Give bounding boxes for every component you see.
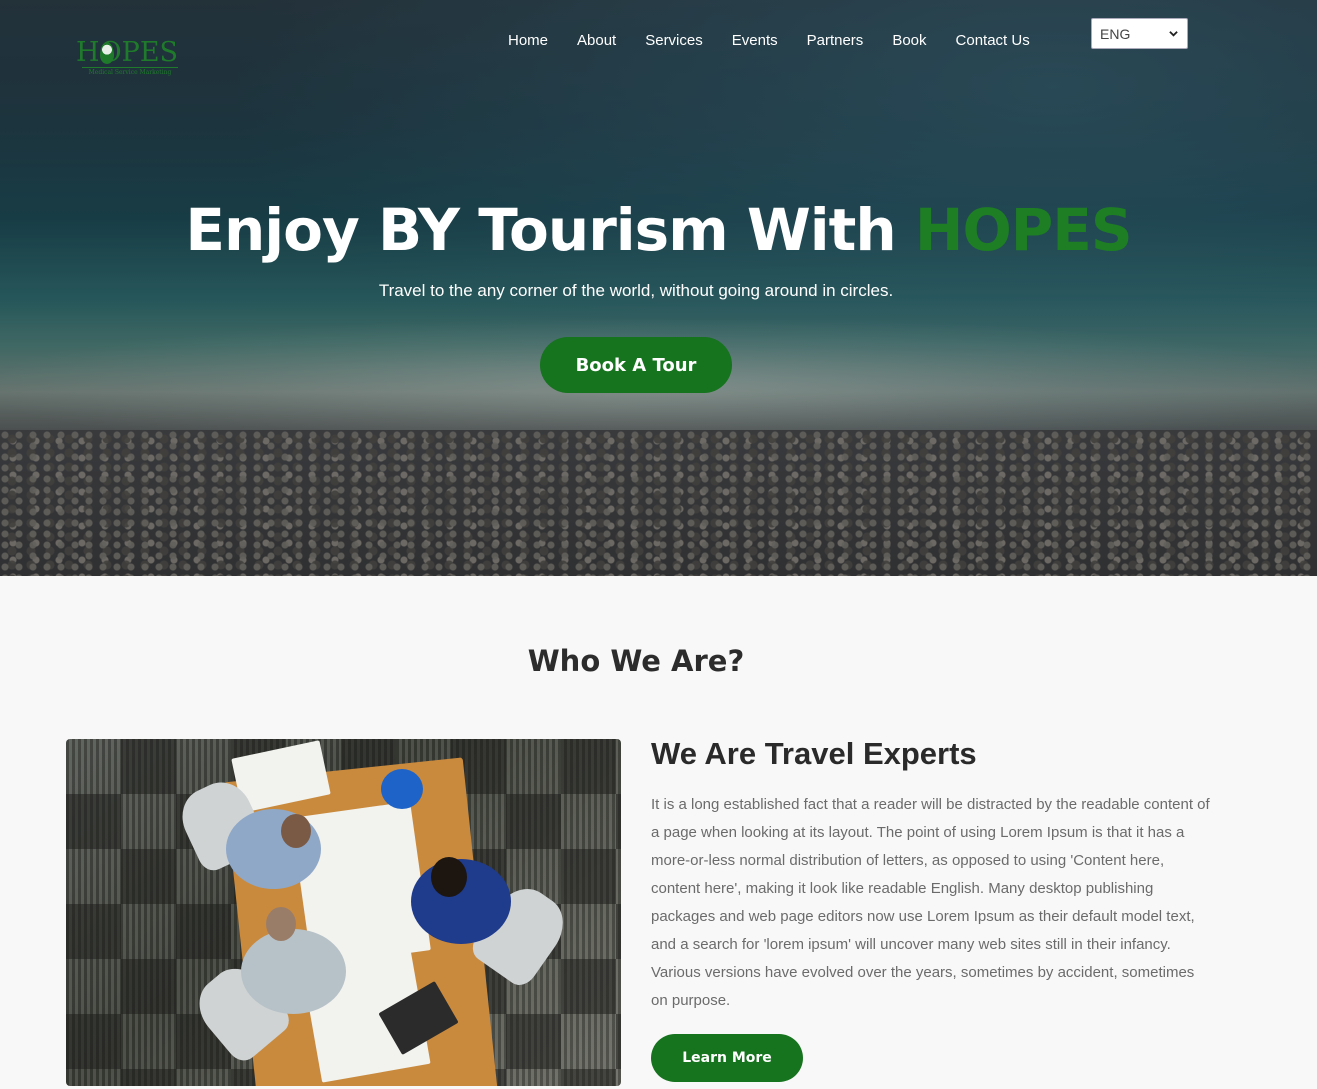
hero-title-brand: HOPES [914, 196, 1133, 264]
language-select[interactable]: ENG [1091, 18, 1188, 49]
about-paragraph: It is a long established fact that a rea… [651, 796, 1210, 1009]
logo-text: HOPES [76, 37, 179, 68]
hero-subtitle: Travel to the any corner of the world, w… [378, 281, 894, 300]
main-nav: Home About Services Events Partners Book… [508, 32, 1030, 50]
section-title: Who We Are? [527, 644, 745, 678]
logo-subtitle: Medical Service Marketing [82, 67, 178, 76]
nav-item-events[interactable]: Events [732, 32, 778, 50]
nav-item-book[interactable]: Book [892, 32, 926, 50]
logo-leaf-icon [100, 42, 114, 64]
book-a-tour-button[interactable]: Book A Tour [540, 337, 732, 393]
nav-item-home[interactable]: Home [508, 32, 548, 50]
hero-title: Enjoy BY Tourism With HOPES [0, 196, 1317, 264]
nav-item-about[interactable]: About [577, 32, 616, 50]
nav-item-services[interactable]: Services [645, 32, 703, 50]
language-selected-value: ENG [1100, 25, 1131, 42]
team-meeting-image [66, 739, 621, 1086]
site-logo[interactable]: HOPES Medical Service Marketing [76, 38, 180, 78]
learn-more-button[interactable]: Learn More [651, 1034, 803, 1082]
chevron-down-icon [1169, 31, 1178, 37]
hard-hat-icon [381, 769, 423, 809]
nav-item-contact-us[interactable]: Contact Us [956, 32, 1030, 50]
hero-title-prefix: Enjoy BY Tourism With [185, 196, 915, 264]
about-heading: We Are Travel Experts [651, 736, 977, 771]
nav-item-partners[interactable]: Partners [807, 32, 864, 50]
